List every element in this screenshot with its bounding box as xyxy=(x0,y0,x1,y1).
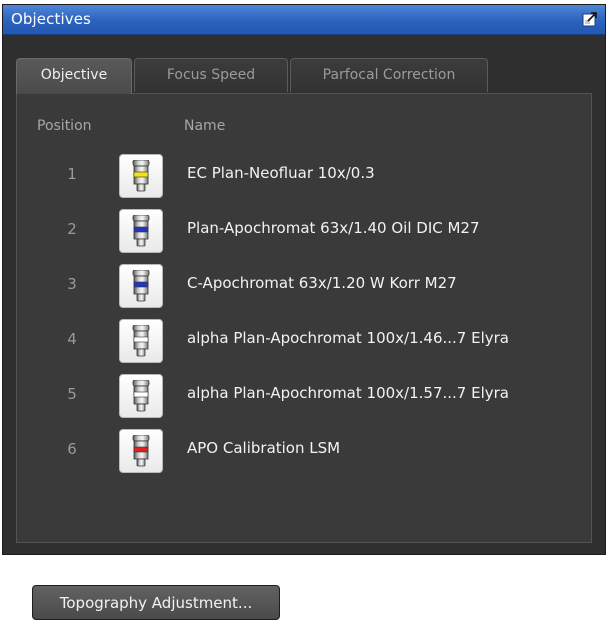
objective-icon xyxy=(132,325,150,357)
objective-position: 4 xyxy=(67,330,77,348)
objective-icon xyxy=(132,270,150,302)
objective-row: 3 C-Apochromat 63x/1.20 W Korr M27 xyxy=(17,260,591,310)
column-header-position: Position xyxy=(37,118,92,134)
topography-adjustment-button[interactable]: Topography Adjustment... xyxy=(32,585,280,620)
objective-position: 2 xyxy=(67,220,77,238)
tab-focus-speed[interactable]: Focus Speed xyxy=(134,58,288,92)
objective-row: 6 APO Calibration LSM xyxy=(17,425,591,475)
objective-position: 6 xyxy=(67,440,77,458)
objective-row: 5 alpha Plan-Apochromat 100x/1.57...7 El… xyxy=(17,370,591,420)
objective-select-button[interactable] xyxy=(119,264,163,308)
objective-name: Plan-Apochromat 63x/1.40 Oil DIC M27 xyxy=(187,219,480,237)
objective-row: 1 EC Plan-Neofluar 10x/0.3 xyxy=(17,150,591,200)
objective-icon xyxy=(132,215,150,247)
objective-row: 4 alpha Plan-Apochromat 100x/1.46...7 El… xyxy=(17,315,591,365)
objective-name: EC Plan-Neofluar 10x/0.3 xyxy=(187,164,375,182)
objective-tab-content: Position Name 1 EC Plan-Neofluar 10x/0.3… xyxy=(16,93,592,620)
objective-position: 1 xyxy=(67,165,77,183)
tab-objective[interactable]: Objective xyxy=(16,58,132,94)
undock-icon[interactable] xyxy=(582,11,598,27)
objective-name: C-Apochromat 63x/1.20 W Korr M27 xyxy=(187,274,457,292)
objective-name: alpha Plan-Apochromat 100x/1.57...7 Elyr… xyxy=(187,384,509,402)
objective-icon xyxy=(132,435,150,467)
objective-select-button[interactable] xyxy=(119,319,163,363)
tab-parfocal-correction[interactable]: Parfocal Correction xyxy=(290,58,488,92)
tab-bar: Objective Focus Speed Parfocal Correctio… xyxy=(16,58,590,94)
objective-icon xyxy=(132,160,150,192)
panel-title: Objectives xyxy=(11,10,91,28)
objective-row: 2 Plan-Apochromat 63x/1.40 Oil DIC M27 xyxy=(17,205,591,255)
objective-name: alpha Plan-Apochromat 100x/1.46...7 Elyr… xyxy=(187,329,509,347)
objective-select-button[interactable] xyxy=(119,209,163,253)
objective-icon xyxy=(132,380,150,412)
column-header-name: Name xyxy=(184,118,226,134)
objective-position: 3 xyxy=(67,275,77,293)
objective-name: APO Calibration LSM xyxy=(187,439,341,457)
objective-position: 5 xyxy=(67,385,77,403)
objective-select-button[interactable] xyxy=(119,154,163,198)
objective-select-button[interactable] xyxy=(119,374,163,418)
panel-titlebar[interactable]: Objectives xyxy=(3,5,605,35)
objective-select-button[interactable] xyxy=(119,429,163,473)
